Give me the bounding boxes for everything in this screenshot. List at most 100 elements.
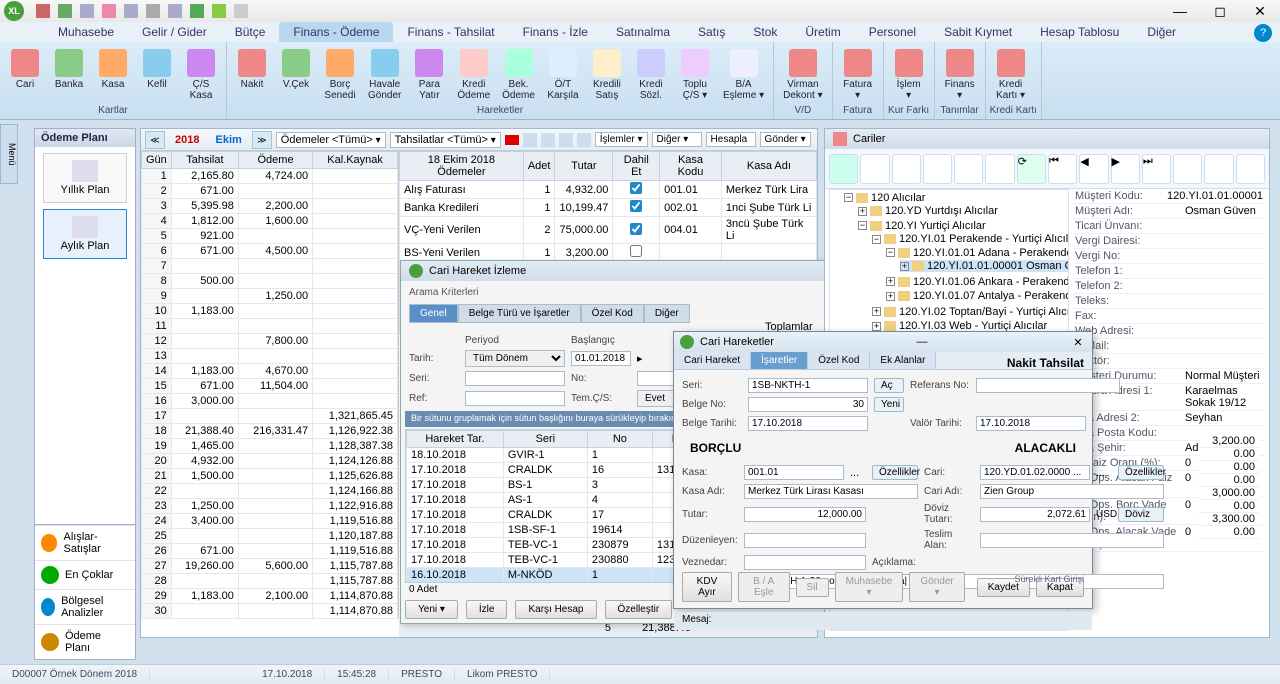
tree-node[interactable]: − 120.YI.01 Perakende - Yurtiçi Alıcılar	[872, 233, 1069, 245]
ribbon-kredideme[interactable]: KrediÖdeme	[452, 44, 495, 104]
tab-finanstahsilat[interactable]: Finans - Tahsilat	[393, 22, 508, 42]
menu-enoklar[interactable]: En Çoklar	[35, 560, 135, 589]
ribbon-kasa[interactable]: Kasa	[92, 44, 134, 104]
qat-icon[interactable]	[36, 4, 50, 18]
tab-sat[interactable]: Satış	[684, 22, 739, 42]
include-check[interactable]	[630, 200, 642, 212]
menu-blgeselanalizler[interactable]: Bölgesel Analizler	[35, 589, 135, 624]
close-icon[interactable]: ✕	[1070, 336, 1086, 349]
tree-node[interactable]: + 120.YI.02 Toptan/Bayi - Yurtiçi Alıcıl…	[872, 306, 1069, 318]
month-selector[interactable]: Ekim	[209, 134, 247, 146]
close-button[interactable]: ✕	[1240, 0, 1280, 22]
ribbon-vek[interactable]: V.Çek	[275, 44, 317, 104]
ribbon-baeleme[interactable]: B/AEşleme ▾	[718, 44, 769, 104]
kasa-input[interactable]	[744, 465, 844, 480]
toolbar-icon[interactable]	[523, 133, 537, 147]
include-check[interactable]	[630, 245, 642, 257]
ribbon-banka[interactable]: Banka	[48, 44, 90, 104]
qat-icon[interactable]	[102, 4, 116, 18]
tab-personel[interactable]: Personel	[855, 22, 930, 42]
toolbar-button[interactable]	[954, 154, 983, 184]
toolbar-button[interactable]	[829, 154, 858, 184]
minimize-button[interactable]: —	[1160, 0, 1200, 22]
ch-tab[interactable]: Özel Kod	[808, 352, 870, 369]
tab-sabitkymet[interactable]: Sabit Kıymet	[930, 22, 1026, 42]
toolbar-icon[interactable]	[577, 133, 591, 147]
tutar-input[interactable]	[744, 507, 866, 522]
karsi-hesap-button[interactable]: Karşı Hesap	[515, 600, 596, 619]
gonder-combo[interactable]: Gönder ▾	[760, 132, 811, 147]
ref-input[interactable]	[465, 391, 565, 406]
valor-input[interactable]	[976, 416, 1086, 431]
ribbon-skasa[interactable]: Ç/SKasa	[180, 44, 222, 104]
ribbon-fatura[interactable]: Fatura▾	[837, 44, 879, 104]
ribbon-kefil[interactable]: Kefil	[136, 44, 178, 104]
tab-hesaptablosu[interactable]: Hesap Tablosu	[1026, 22, 1133, 42]
chi-tab[interactable]: Belge Türü ve İşaretler	[458, 304, 581, 323]
ozellikler-button[interactable]: Özellikler	[872, 465, 918, 480]
ribbon-kredilisat[interactable]: KrediliSatış	[586, 44, 628, 104]
toolbar-button[interactable]	[1173, 154, 1202, 184]
ribbon-bekdeme[interactable]: Bek.Ödeme	[497, 44, 540, 104]
tree-node[interactable]: − 120.YI.01.01 Adana - Perakende Alıcıla…	[886, 247, 1069, 259]
ribbon-ilem[interactable]: İşlem▾	[888, 44, 930, 104]
qat-icon[interactable]	[124, 4, 138, 18]
ribbon-toplus[interactable]: TopluÇ/S ▾	[674, 44, 716, 104]
tab-retim[interactable]: Üretim	[791, 22, 854, 42]
qat-icon[interactable]	[168, 4, 182, 18]
tree-node[interactable]: + 120.YD Yurtdışı Alıcılar	[858, 205, 998, 217]
period-select[interactable]: Tüm Dönem	[465, 350, 565, 367]
minimize-icon[interactable]: —	[914, 336, 930, 348]
tab-satnalma[interactable]: Satınalma	[602, 22, 684, 42]
tree-node[interactable]: + 120.YI.01.07 Antalya - Perakende Alıcı…	[886, 290, 1069, 302]
toolbar-icon[interactable]	[559, 133, 573, 147]
ac-button[interactable]: Aç	[874, 378, 904, 393]
islemler-combo[interactable]: İşlemler ▾	[595, 132, 648, 147]
kasaadi-input[interactable]	[744, 484, 918, 499]
expand-icon[interactable]: −	[886, 248, 895, 257]
belgetarihi-input[interactable]	[748, 416, 868, 431]
ribbon-finans[interactable]: Finans▾	[939, 44, 981, 104]
ozellikler-button[interactable]: Özellikler	[1118, 465, 1164, 480]
tab-bte[interactable]: Bütçe	[221, 22, 280, 42]
expand-icon[interactable]: −	[872, 235, 881, 244]
nav-first-icon[interactable]: ⏮	[1048, 154, 1077, 184]
next-year-button[interactable]: ≫	[252, 131, 272, 149]
chi-tab[interactable]: Genel	[409, 304, 458, 323]
start-date-input[interactable]	[571, 351, 631, 366]
nav-prev-icon[interactable]: ◀	[1079, 154, 1108, 184]
ribbon-parayatr[interactable]: ParaYatır	[408, 44, 450, 104]
expand-icon[interactable]: +	[872, 322, 881, 331]
expand-icon[interactable]: +	[858, 207, 867, 216]
chi-tab[interactable]: Özel Kod	[581, 304, 644, 323]
doviz-button[interactable]: Döviz	[1118, 507, 1164, 522]
tab-finansizle[interactable]: Finans - İzle	[509, 22, 602, 42]
plan-days-table[interactable]: GünTahsilatÖdemeKal.Kaynak12,165.804,724…	[141, 151, 399, 619]
diger-combo[interactable]: Diğer ▾	[652, 132, 702, 147]
expand-icon[interactable]: −	[858, 221, 867, 230]
tahsilatlar-combo[interactable]: Tahsilatlar <Tümü> ▾	[390, 132, 501, 148]
ribbon-havalegnder[interactable]: HavaleGönder	[363, 44, 406, 104]
hesapla-button[interactable]: Hesapla	[706, 132, 756, 147]
include-check[interactable]	[630, 182, 642, 194]
cariadi-input[interactable]	[980, 484, 1164, 499]
toolbar-button[interactable]	[923, 154, 952, 184]
maximize-button[interactable]: ◻	[1200, 0, 1240, 22]
yillik-plan-button[interactable]: Yıllık Plan	[43, 153, 127, 203]
kdv-button[interactable]: KDV Ayır	[682, 572, 732, 602]
ribbon-virmandekont[interactable]: VirmanDekont ▾	[778, 44, 827, 104]
toolbar-button[interactable]	[985, 154, 1014, 184]
izle-button[interactable]: İzle	[466, 600, 508, 619]
ribbon-borsenedi[interactable]: BorçSenedi	[319, 44, 361, 104]
lookup-button[interactable]: ...	[1096, 467, 1112, 479]
belgeno-input[interactable]	[748, 397, 868, 412]
expand-icon[interactable]: −	[844, 193, 853, 202]
ch-tab[interactable]: Ek Alanlar	[870, 352, 936, 369]
ribbon-krediszl[interactable]: KrediSözl.	[630, 44, 672, 104]
qat-icon[interactable]	[234, 4, 248, 18]
ribbon-cari[interactable]: Cari	[4, 44, 46, 104]
tab-gelirgider[interactable]: Gelir / Gider	[128, 22, 221, 42]
cari-input[interactable]	[980, 465, 1090, 480]
toolbar-button[interactable]	[1204, 154, 1233, 184]
tab-dier[interactable]: Diğer	[1133, 22, 1190, 42]
